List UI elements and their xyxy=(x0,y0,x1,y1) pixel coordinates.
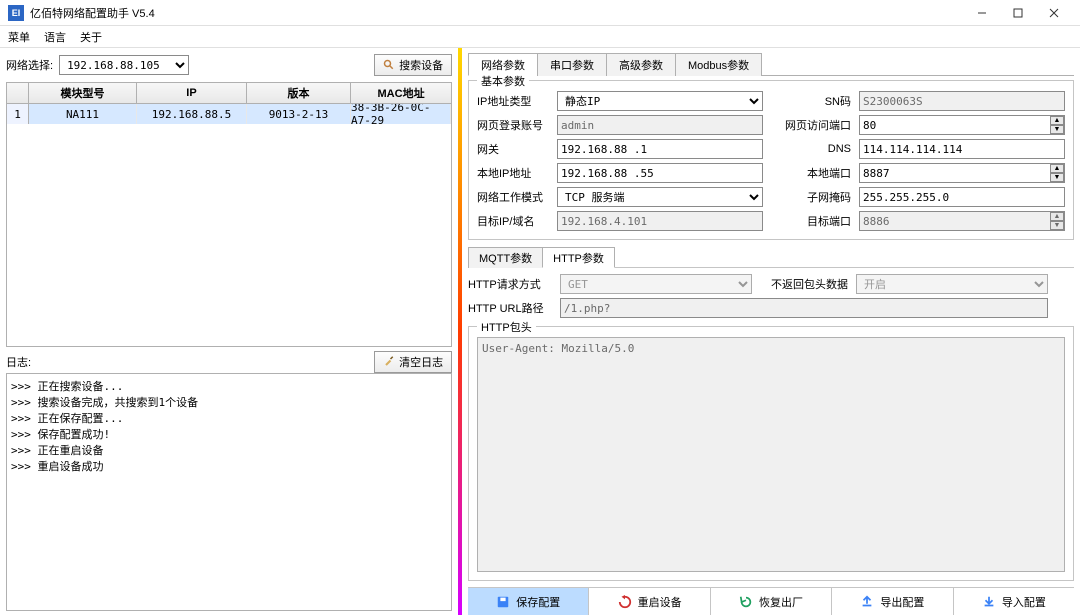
subtab-http[interactable]: HTTP参数 xyxy=(542,247,615,268)
minimize-button[interactable] xyxy=(964,0,1000,26)
factory-icon xyxy=(739,595,753,609)
menu-language[interactable]: 语言 xyxy=(44,29,66,45)
ip-type-select[interactable]: 静态IP xyxy=(557,91,763,111)
noheader-label: 不返回包头数据 xyxy=(771,276,848,292)
device-table[interactable]: 1 NA111 192.168.88.5 9013-2-13 38-3B-26-… xyxy=(6,104,452,347)
export-icon xyxy=(860,595,874,609)
maximize-button[interactable] xyxy=(1000,0,1036,26)
noheader-select: 开启 xyxy=(856,274,1048,294)
network-select-label: 网络选择: xyxy=(6,57,53,73)
device-table-header: 模块型号 IP 版本 MAC地址 xyxy=(6,82,452,104)
table-row[interactable]: 1 NA111 192.168.88.5 9013-2-13 38-3B-26-… xyxy=(7,104,451,124)
dns-field[interactable] xyxy=(859,139,1065,159)
basic-params-legend: 基本参数 xyxy=(477,73,529,89)
targetport-field xyxy=(859,211,1065,231)
dns-label: DNS xyxy=(828,143,851,155)
restart-icon xyxy=(618,595,632,609)
import-icon xyxy=(982,595,996,609)
import-config-button[interactable]: 导入配置 xyxy=(954,588,1074,615)
network-select[interactable]: 192.168.88.105 xyxy=(59,55,189,75)
mask-field[interactable] xyxy=(859,187,1065,207)
restart-device-button[interactable]: 重启设备 xyxy=(589,588,710,615)
localport-label: 本地端口 xyxy=(807,165,851,181)
http-method-select: GET xyxy=(560,274,752,294)
webport-field[interactable] xyxy=(859,115,1065,135)
webport-label: 网页访问端口 xyxy=(785,117,851,133)
export-config-button[interactable]: 导出配置 xyxy=(832,588,953,615)
tab-serial[interactable]: 串口参数 xyxy=(537,53,607,76)
gateway-label: 网关 xyxy=(477,141,499,157)
search-icon xyxy=(383,59,395,71)
window-title: 亿佰特网络配置助手 V5.4 xyxy=(30,5,964,21)
sn-label: SN码 xyxy=(825,93,851,109)
http-header-textarea xyxy=(477,337,1065,572)
search-device-button[interactable]: 搜索设备 xyxy=(374,54,452,76)
mask-label: 子网掩码 xyxy=(807,189,851,205)
weblogin-label: 网页登录账号 xyxy=(477,117,543,133)
webport-spinner[interactable]: ▲▼ xyxy=(1050,116,1064,134)
localip-field[interactable] xyxy=(557,163,763,183)
weblogin-field xyxy=(557,115,763,135)
save-config-button[interactable]: 保存配置 xyxy=(468,588,589,615)
targetport-label: 目标端口 xyxy=(807,213,851,229)
tab-advanced[interactable]: 高级参数 xyxy=(606,53,676,76)
sn-field xyxy=(859,91,1065,111)
targetport-spinner: ▲▼ xyxy=(1050,212,1064,230)
factory-reset-button[interactable]: 恢复出厂 xyxy=(711,588,832,615)
target-field xyxy=(557,211,763,231)
broom-icon xyxy=(383,356,395,368)
clear-log-button[interactable]: 清空日志 xyxy=(374,351,452,373)
target-label: 目标IP/域名 xyxy=(477,213,534,229)
menu-about[interactable]: 关于 xyxy=(80,29,102,45)
log-label: 日志: xyxy=(6,354,31,370)
close-button[interactable] xyxy=(1036,0,1072,26)
gateway-field[interactable] xyxy=(557,139,763,159)
localport-field[interactable] xyxy=(859,163,1065,183)
mode-select[interactable]: TCP 服务端 xyxy=(557,187,763,207)
subtab-mqtt[interactable]: MQTT参数 xyxy=(468,247,543,268)
tab-modbus[interactable]: Modbus参数 xyxy=(675,53,762,76)
save-icon xyxy=(496,595,510,609)
log-output[interactable]: >>> 正在搜索设备... >>> 搜索设备完成，共搜索到1个设备 >>> 正在… xyxy=(6,373,452,611)
localport-spinner[interactable]: ▲▼ xyxy=(1050,164,1064,182)
http-url-field xyxy=(560,298,1048,318)
http-method-label: HTTP请求方式 xyxy=(468,276,541,292)
ip-type-label: IP地址类型 xyxy=(477,93,531,109)
http-header-legend: HTTP包头 xyxy=(477,319,536,335)
mode-label: 网络工作模式 xyxy=(477,189,543,205)
app-icon: EI xyxy=(8,5,24,21)
localip-label: 本地IP地址 xyxy=(477,165,531,181)
http-url-label: HTTP URL路径 xyxy=(468,300,544,316)
menu-main[interactable]: 菜单 xyxy=(8,29,30,45)
